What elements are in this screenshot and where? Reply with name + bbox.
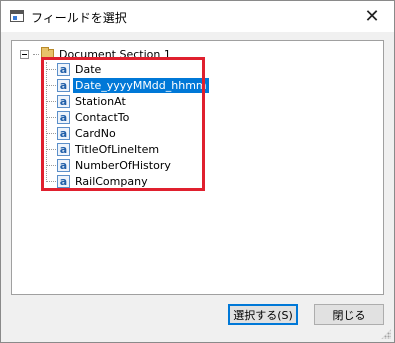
red-highlight-annotation bbox=[41, 57, 205, 191]
window-title: フィールドを選択 bbox=[31, 11, 127, 25]
close-icon: ✕ bbox=[364, 6, 380, 27]
close-window-button[interactable]: ✕ bbox=[350, 1, 394, 32]
close-button[interactable]: 閉じる bbox=[314, 304, 384, 325]
field-tree-panel: Document Section 1 a Date a Date_yyyyMMd… bbox=[11, 40, 384, 295]
select-button[interactable]: 選択する(S) bbox=[228, 304, 298, 325]
resize-grip-icon[interactable] bbox=[381, 329, 391, 339]
title-bar: フィールドを選択 ✕ bbox=[1, 1, 394, 32]
app-window-icon bbox=[10, 10, 24, 22]
collapse-icon[interactable] bbox=[20, 49, 29, 59]
dialog-window: フィールドを選択 ✕ Document Section 1 a Date a D… bbox=[0, 0, 395, 343]
